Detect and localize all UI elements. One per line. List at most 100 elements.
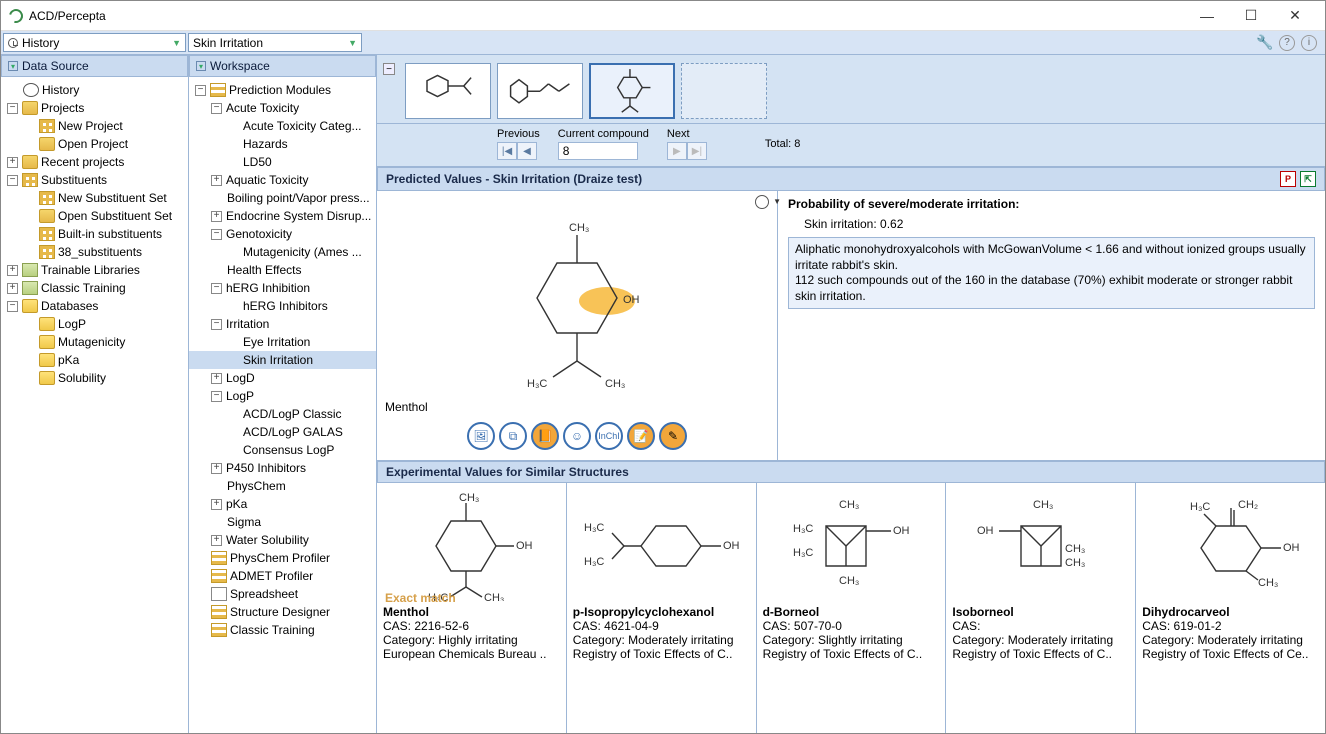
tree-boiling[interactable]: Boiling point/Vapor press... bbox=[189, 189, 376, 207]
inchi-tool-icon[interactable]: InChI bbox=[595, 422, 623, 450]
tree-classic[interactable]: +Classic Training bbox=[1, 279, 188, 297]
module-combo[interactable]: Skin Irritation ▼ bbox=[188, 33, 362, 52]
tree-health[interactable]: Health Effects bbox=[189, 261, 376, 279]
tree-endocrine[interactable]: +Endocrine System Disrup... bbox=[189, 207, 376, 225]
tree-recent[interactable]: +Recent projects bbox=[1, 153, 188, 171]
tree-db-logp[interactable]: LogP bbox=[1, 315, 188, 333]
edit-tool-icon[interactable]: ✎ bbox=[659, 422, 687, 450]
info-icon[interactable]: i bbox=[1301, 35, 1317, 51]
collapse-icon[interactable]: − bbox=[7, 175, 18, 186]
last-button[interactable]: ▶| bbox=[687, 142, 707, 160]
collapse-icon[interactable]: − bbox=[211, 103, 222, 114]
expand-icon[interactable]: + bbox=[211, 463, 222, 474]
tree-db-pka[interactable]: pKa bbox=[1, 351, 188, 369]
similar-card-0[interactable]: CH₃OHH₃CCH₃ Exact match Menthol CAS: 221… bbox=[377, 483, 566, 733]
compound-thumb-empty[interactable] bbox=[681, 63, 767, 119]
tree-pc-profiler[interactable]: PhysChem Profiler bbox=[189, 549, 376, 567]
export-icon[interactable]: ⇱ bbox=[1300, 171, 1316, 187]
smile-tool-icon[interactable]: ☺ bbox=[563, 422, 591, 450]
compound-thumb-1[interactable] bbox=[405, 63, 491, 119]
collapse-icon[interactable]: − bbox=[7, 301, 18, 312]
collapse-icon[interactable]: − bbox=[211, 229, 222, 240]
tree-db-muta[interactable]: Mutagenicity bbox=[1, 333, 188, 351]
tree-logd[interactable]: +LogD bbox=[189, 369, 376, 387]
tree-skin-irr[interactable]: Skin Irritation bbox=[189, 351, 376, 369]
minimize-button[interactable]: — bbox=[1185, 2, 1229, 30]
copy-tool-icon[interactable]: ⧉ bbox=[499, 422, 527, 450]
tree-aquatic[interactable]: +Aquatic Toxicity bbox=[189, 171, 376, 189]
book-tool-icon[interactable]: 📙 bbox=[531, 422, 559, 450]
collapse-icon[interactable]: − bbox=[195, 85, 206, 96]
previous-button[interactable]: ◀ bbox=[517, 142, 537, 160]
tree-open-sub[interactable]: Open Substituent Set bbox=[1, 207, 188, 225]
tree-watersol[interactable]: +Water Solubility bbox=[189, 531, 376, 549]
tree-logp-classic[interactable]: ACD/LogP Classic bbox=[189, 405, 376, 423]
expand-icon[interactable]: + bbox=[211, 535, 222, 546]
data-source-header[interactable]: ▾ Data Source bbox=[1, 55, 188, 77]
tree-38-sub[interactable]: 38_substituents bbox=[1, 243, 188, 261]
collapse-icon[interactable]: − bbox=[211, 391, 222, 402]
tree-spreadsheet[interactable]: Spreadsheet bbox=[189, 585, 376, 603]
compound-thumb-2[interactable] bbox=[497, 63, 583, 119]
tree-struct-designer[interactable]: Structure Designer bbox=[189, 603, 376, 621]
expand-icon[interactable]: + bbox=[211, 373, 222, 384]
tree-irritation[interactable]: −Irritation bbox=[189, 315, 376, 333]
expand-icon[interactable]: + bbox=[7, 283, 18, 294]
collapse-icon[interactable]: − bbox=[211, 319, 222, 330]
tree-herg-inh[interactable]: hERG Inhibitors bbox=[189, 297, 376, 315]
options-icon[interactable] bbox=[755, 195, 769, 209]
tree-trainable[interactable]: +Trainable Libraries bbox=[1, 261, 188, 279]
collapse-thumbnails-button[interactable]: − bbox=[383, 63, 395, 75]
collapse-icon[interactable]: − bbox=[211, 283, 222, 294]
tree-ld50[interactable]: LD50 bbox=[189, 153, 376, 171]
tree-databases[interactable]: −Databases bbox=[1, 297, 188, 315]
tree-logp-galas[interactable]: ACD/LogP GALAS bbox=[189, 423, 376, 441]
expand-icon[interactable]: + bbox=[7, 157, 18, 168]
collapse-icon[interactable]: − bbox=[7, 103, 18, 114]
tree-classic-training[interactable]: Classic Training bbox=[189, 621, 376, 639]
similar-card-1[interactable]: OHH₃CH₃C p-Isopropylcyclohexanol CAS: 46… bbox=[566, 483, 756, 733]
tree-acute-tox[interactable]: −Acute Toxicity bbox=[189, 99, 376, 117]
tree-open-project[interactable]: Open Project bbox=[1, 135, 188, 153]
tree-physchem[interactable]: PhysChem bbox=[189, 477, 376, 495]
tree-substituents[interactable]: −Substituents bbox=[1, 171, 188, 189]
history-combo[interactable]: History ▼ bbox=[3, 33, 186, 52]
tree-geno[interactable]: −Genotoxicity bbox=[189, 225, 376, 243]
tree-p450[interactable]: +P450 Inhibitors bbox=[189, 459, 376, 477]
wrench-icon[interactable]: 🔧 bbox=[1257, 35, 1273, 51]
first-button[interactable]: |◀ bbox=[497, 142, 517, 160]
workspace-header[interactable]: ▾ Workspace bbox=[189, 55, 376, 77]
current-compound-input[interactable] bbox=[558, 142, 638, 160]
tree-projects[interactable]: −Projects bbox=[1, 99, 188, 117]
next-button[interactable]: ▶ bbox=[667, 142, 687, 160]
tree-builtin-sub[interactable]: Built-in substituents bbox=[1, 225, 188, 243]
close-button[interactable]: ✕ bbox=[1273, 2, 1317, 30]
maximize-button[interactable]: ☐ bbox=[1229, 2, 1273, 30]
tree-new-project[interactable]: New Project bbox=[1, 117, 188, 135]
tree-herg[interactable]: −hERG Inhibition bbox=[189, 279, 376, 297]
expand-icon[interactable]: + bbox=[211, 175, 222, 186]
chevron-down-icon[interactable]: ▼ bbox=[773, 197, 781, 206]
tree-db-sol[interactable]: Solubility bbox=[1, 369, 188, 387]
tree-eye-irr[interactable]: Eye Irritation bbox=[189, 333, 376, 351]
tree-hazards[interactable]: Hazards bbox=[189, 135, 376, 153]
tree-pred-modules[interactable]: −Prediction Modules bbox=[189, 81, 376, 99]
expand-icon[interactable]: + bbox=[211, 211, 222, 222]
notes-tool-icon[interactable]: 📝 bbox=[627, 422, 655, 450]
tree-acute-cat[interactable]: Acute Toxicity Categ... bbox=[189, 117, 376, 135]
similar-card-3[interactable]: OHCH₃CH₃CH₃ Isoborneol CAS: Category: Mo… bbox=[945, 483, 1135, 733]
tree-ames[interactable]: Mutagenicity (Ames ... bbox=[189, 243, 376, 261]
tree-new-sub[interactable]: New Substituent Set bbox=[1, 189, 188, 207]
pdf-export-icon[interactable]: P bbox=[1280, 171, 1296, 187]
tree-pka[interactable]: +pKa bbox=[189, 495, 376, 513]
similar-card-2[interactable]: OHH₃CH₃CCH₃CH₃ d-Borneol CAS: 507-70-0 C… bbox=[756, 483, 946, 733]
compound-thumb-3[interactable] bbox=[589, 63, 675, 119]
tree-consensus[interactable]: Consensus LogP bbox=[189, 441, 376, 459]
tree-logp[interactable]: −LogP bbox=[189, 387, 376, 405]
similar-card-4[interactable]: OHCH₂H₃CCH₃ Dihydrocarveol CAS: 619-01-2… bbox=[1135, 483, 1325, 733]
tree-admet[interactable]: ADMET Profiler bbox=[189, 567, 376, 585]
help-icon[interactable]: ? bbox=[1279, 35, 1295, 51]
tree-sigma[interactable]: Sigma bbox=[189, 513, 376, 531]
expand-icon[interactable]: + bbox=[211, 499, 222, 510]
image-tool-icon[interactable]: 🖼 bbox=[467, 422, 495, 450]
